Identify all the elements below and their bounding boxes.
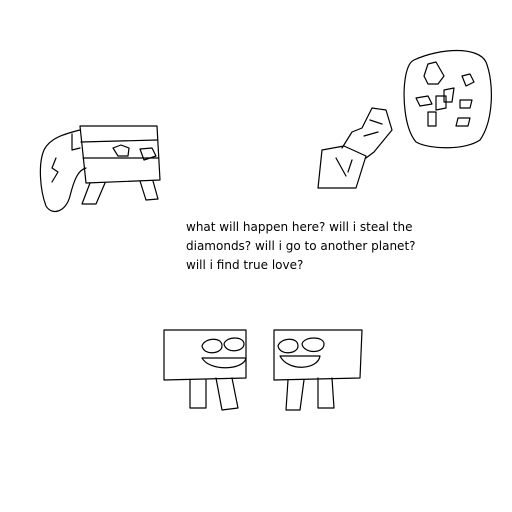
pickaxe-detail bbox=[335, 119, 383, 177]
diamond-gem-1 bbox=[423, 61, 445, 85]
block-right-mouth bbox=[279, 355, 321, 368]
diamond-gem-7 bbox=[427, 111, 437, 127]
diamond-gem-8 bbox=[455, 117, 471, 127]
creature-tail bbox=[39, 129, 87, 213]
pickaxe-head bbox=[317, 145, 367, 189]
caption-text: what will happen here? will i steal the … bbox=[186, 218, 486, 275]
pickaxe-drawing bbox=[317, 107, 393, 189]
diamond-gem-6 bbox=[459, 99, 473, 109]
block-left-leg-2 bbox=[215, 377, 239, 411]
block-right-eye-2 bbox=[301, 337, 325, 353]
block-right-body bbox=[273, 329, 363, 381]
caption-line-3: will i find true love? bbox=[186, 258, 304, 272]
block-right-leg-2 bbox=[317, 377, 335, 409]
caption-line-1: what will happen here? will i steal the bbox=[186, 220, 413, 234]
creature-tail-link bbox=[71, 133, 81, 151]
block-left-eye-2 bbox=[223, 337, 245, 352]
creature-leg-back bbox=[139, 180, 159, 201]
creature-body bbox=[79, 125, 161, 184]
creature-leg-front bbox=[81, 182, 106, 205]
block-left-eye-1 bbox=[201, 338, 223, 354]
diamond-rock-drawing bbox=[403, 49, 492, 149]
smiling-block-left-drawing bbox=[163, 329, 247, 411]
block-left-mouth bbox=[201, 357, 247, 369]
block-right-eye-1 bbox=[277, 338, 299, 354]
smiling-block-right-drawing bbox=[273, 329, 363, 411]
block-left-leg-1 bbox=[189, 379, 207, 409]
block-right-leg-1 bbox=[285, 379, 305, 411]
creature-tail-mark bbox=[51, 157, 59, 183]
diamond-gem-2 bbox=[461, 73, 475, 87]
diamond-gem-3 bbox=[415, 95, 433, 107]
creature-eye-left bbox=[112, 144, 130, 157]
caption-line-2: diamonds? will i go to another planet? bbox=[186, 239, 416, 253]
pickaxe-handle bbox=[341, 107, 393, 159]
tailed-creature-drawing bbox=[39, 125, 161, 213]
